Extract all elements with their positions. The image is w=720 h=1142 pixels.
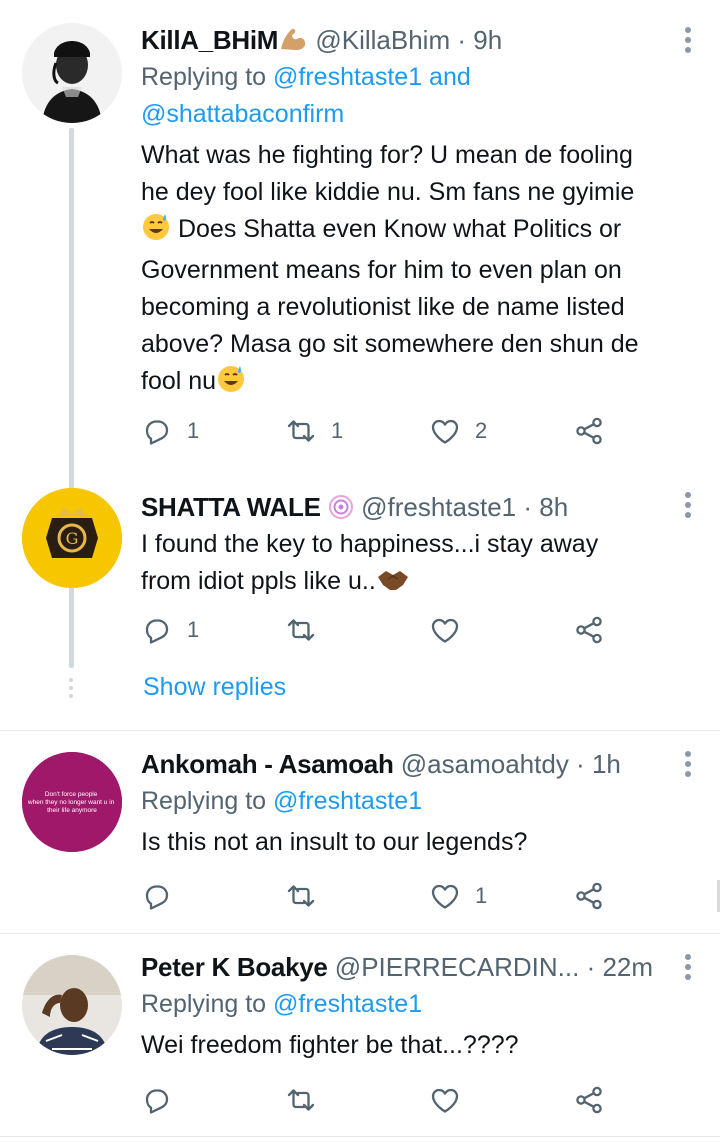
show-replies-link[interactable]: Show replies <box>143 673 286 702</box>
share-icon <box>576 616 602 644</box>
heart-icon <box>431 884 459 909</box>
tweet-header: Ankomah - Asamoah @asamoahtdy · 1h <box>141 749 621 779</box>
timestamp[interactable]: 1h <box>592 749 621 779</box>
reply-icon <box>145 885 169 910</box>
tweet-text: I found the key to happiness...i stay aw… <box>141 526 670 604</box>
avatar[interactable]: G <box>22 488 122 588</box>
mention-link[interactable]: @freshtaste1 <box>273 990 422 1018</box>
more-vertical-icon[interactable] <box>684 27 692 57</box>
tweet-text: Is this not an insult to our legends? <box>141 828 528 856</box>
handle[interactable]: @PIERRECARDIN... <box>335 952 580 982</box>
share-icon <box>576 882 602 910</box>
sweat-smile-emoji-icon <box>141 211 171 252</box>
tweet-header: SHATTA WALE @freshtaste1 · 8h <box>141 488 670 526</box>
more-vertical-icon[interactable] <box>684 751 692 781</box>
reply-button[interactable]: 1 <box>141 411 199 451</box>
replying-to: Replying to @freshtaste1 and @shattabaco… <box>141 63 471 128</box>
tweet-text: What was he fighting for? U mean de fool… <box>141 137 670 404</box>
replying-to: Replying to @freshtaste1 <box>141 787 423 815</box>
avatar[interactable] <box>22 23 122 123</box>
divider <box>0 730 720 731</box>
tweet-actions: 1 <box>141 876 621 916</box>
reply-icon <box>145 619 169 644</box>
reply-button[interactable] <box>141 876 187 916</box>
like-button[interactable]: 2 <box>429 411 487 451</box>
retweet-icon <box>287 420 315 442</box>
mention-link[interactable]: @freshtaste1 <box>273 787 422 815</box>
heart-icon <box>431 1088 459 1113</box>
spiral-icon <box>328 492 354 526</box>
reply-button[interactable]: 1 <box>141 610 199 650</box>
divider <box>0 933 720 934</box>
share-icon <box>576 1086 602 1114</box>
mention-link[interactable]: @freshtaste1 and <box>273 63 471 91</box>
timestamp[interactable]: 22m <box>602 952 653 982</box>
more-vertical-icon[interactable] <box>684 492 692 522</box>
like-button[interactable] <box>429 1080 475 1120</box>
tweet-actions <box>141 1080 621 1120</box>
retweet-icon <box>287 619 315 641</box>
tweet-actions: 1 1 2 <box>141 411 621 451</box>
share-button[interactable] <box>573 411 605 451</box>
share-icon <box>576 417 602 445</box>
handle[interactable]: @KillaBhim <box>315 25 450 55</box>
divider <box>0 1136 720 1137</box>
share-button[interactable] <box>573 876 605 916</box>
display-name[interactable]: KillA_BHiM <box>141 25 278 55</box>
more-vertical-icon[interactable] <box>684 954 692 984</box>
heart-icon <box>431 419 459 444</box>
retweet-icon <box>287 1089 315 1111</box>
replying-to: Replying to @freshtaste1 <box>141 990 423 1018</box>
mention-link[interactable]: @shattabaconfirm <box>141 100 344 128</box>
display-name[interactable]: Peter K Boakye <box>141 952 328 982</box>
handle[interactable]: @asamoahtdy <box>401 749 569 779</box>
tweet-actions: 1 <box>141 610 621 650</box>
retweet-button[interactable] <box>285 1080 331 1120</box>
reply-icon <box>145 420 169 445</box>
timestamp[interactable]: 9h <box>473 25 502 55</box>
svg-text:G: G <box>66 529 79 548</box>
display-name[interactable]: Ankomah - Asamoah <box>141 749 394 779</box>
sweat-smile-emoji-icon <box>216 363 246 404</box>
handle[interactable]: @freshtaste1 <box>361 492 516 522</box>
retweet-button[interactable] <box>285 876 331 916</box>
share-button[interactable] <box>573 610 605 650</box>
avatar[interactable] <box>22 955 122 1055</box>
share-button[interactable] <box>573 1080 605 1120</box>
like-button[interactable]: 1 <box>429 876 487 916</box>
like-button[interactable] <box>429 610 475 650</box>
tweet-header: KillA_BHiM @KillaBhim · 9h <box>141 21 670 59</box>
reply-button[interactable] <box>141 1080 187 1120</box>
reply-icon <box>145 1089 169 1114</box>
retweet-icon <box>287 885 315 907</box>
handshake-emoji-icon <box>376 567 410 604</box>
timestamp[interactable]: 8h <box>539 492 568 522</box>
tweet-text: Wei freedom fighter be that...???? <box>141 1031 519 1059</box>
flexed-biceps-icon <box>278 25 308 59</box>
avatar[interactable]: Don't force people when they no longer w… <box>22 752 122 852</box>
retweet-button[interactable]: 1 <box>285 411 343 451</box>
tweet-header: Peter K Boakye @PIERRECARDIN... · 22m <box>141 952 654 982</box>
retweet-button[interactable] <box>285 610 331 650</box>
heart-icon <box>431 618 459 643</box>
thread-dots <box>69 678 74 702</box>
display-name[interactable]: SHATTA WALE <box>141 492 321 522</box>
